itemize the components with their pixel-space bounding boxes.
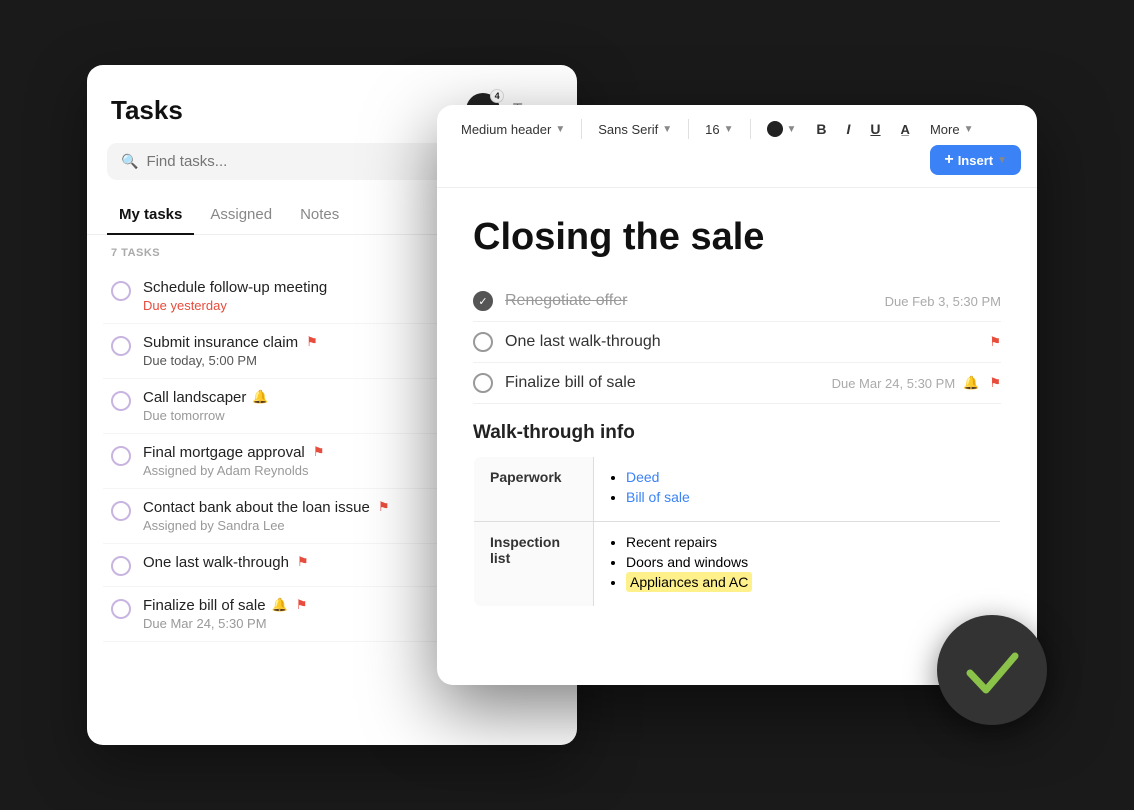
- flag-icon: ⚑: [378, 499, 390, 515]
- table-row-content: Recent repairs Doors and windows Applian…: [594, 522, 1001, 607]
- format-dropdown[interactable]: Medium header ▼: [453, 118, 573, 141]
- task-checkbox[interactable]: [111, 446, 131, 466]
- list-item: Doors and windows: [626, 554, 984, 570]
- bold-button[interactable]: B: [808, 117, 834, 141]
- checkmark-circle: [937, 615, 1047, 725]
- task-checkbox[interactable]: [111, 336, 131, 356]
- table-row-header: Paperwork: [474, 457, 594, 522]
- table-row: Inspectionlist Recent repairs Doors and …: [474, 522, 1001, 607]
- highlighted-text: Appliances and AC: [626, 572, 752, 592]
- doc-task-row[interactable]: One last walk-through ⚑: [473, 322, 1001, 363]
- list-item: Appliances and AC: [626, 574, 984, 590]
- list-item: Recent repairs: [626, 534, 984, 550]
- table-row: Paperwork Deed Bill of sale: [474, 457, 1001, 522]
- search-input-wrapper: 🔍: [107, 143, 453, 180]
- task-checkbox[interactable]: [111, 281, 131, 301]
- task-checkbox[interactable]: [111, 556, 131, 576]
- flag-icon: ⚑: [313, 444, 325, 460]
- task-checkbox[interactable]: [111, 599, 131, 619]
- font-dropdown[interactable]: Sans Serif ▼: [590, 118, 680, 141]
- tab-assigned[interactable]: Assigned: [198, 196, 284, 235]
- flag-icon: ⚑: [297, 554, 309, 570]
- chevron-down-icon: ▼: [787, 124, 797, 135]
- toolbar-divider: [688, 119, 689, 139]
- toolbar-divider: [581, 119, 582, 139]
- section-header: Walk-through info: [473, 422, 1001, 444]
- italic-button[interactable]: I: [839, 117, 859, 141]
- color-swatch: [767, 121, 783, 137]
- doc-task-checkbox[interactable]: [473, 291, 493, 311]
- toolbar-divider: [750, 119, 751, 139]
- doc-task-checkbox[interactable]: [473, 332, 493, 352]
- tasks-title: Tasks: [111, 95, 183, 126]
- doc-content: Closing the sale Renegotiate offer Due F…: [437, 188, 1037, 685]
- table-row-content: Deed Bill of sale: [594, 457, 1001, 522]
- flag-icon: ⚑: [989, 334, 1001, 350]
- bell-icon: 🔔: [272, 597, 288, 613]
- doc-task-name: One last walk-through: [505, 333, 661, 351]
- doc-task-name: Finalize bill of sale: [505, 374, 636, 392]
- flag-icon: ⚑: [306, 334, 318, 350]
- task-row-left: One last walk-through: [473, 332, 661, 352]
- doc-task-due: Due Feb 3, 5:30 PM: [885, 294, 1001, 309]
- flag-icon: ⚑: [989, 375, 1001, 391]
- doc-panel: Medium header ▼ Sans Serif ▼ 16 ▼ ▼ B I …: [437, 105, 1037, 685]
- doc-task-due: ⚑: [987, 334, 1001, 350]
- doc-toolbar: Medium header ▼ Sans Serif ▼ 16 ▼ ▼ B I …: [437, 105, 1037, 188]
- tab-notes[interactable]: Notes: [288, 196, 351, 235]
- search-input[interactable]: [146, 153, 438, 170]
- chevron-down-icon: ▼: [997, 155, 1007, 166]
- bell-icon: 🔔: [252, 389, 268, 405]
- flag-icon: ⚑: [296, 597, 308, 613]
- table-row-header: Inspectionlist: [474, 522, 594, 607]
- deed-link[interactable]: Deed: [626, 469, 659, 485]
- doc-task-row[interactable]: Renegotiate offer Due Feb 3, 5:30 PM: [473, 281, 1001, 322]
- tab-my-tasks[interactable]: My tasks: [107, 196, 194, 235]
- doc-task-checkbox[interactable]: [473, 373, 493, 393]
- font-size-button[interactable]: A̲: [893, 118, 918, 141]
- bell-icon: 🔔: [963, 375, 979, 391]
- task-row-left: Finalize bill of sale: [473, 373, 636, 393]
- color-dropdown[interactable]: ▼: [759, 117, 805, 141]
- doc-title: Closing the sale: [473, 216, 1001, 259]
- task-row-left: Renegotiate offer: [473, 291, 627, 311]
- chevron-down-icon: ▼: [964, 124, 974, 135]
- search-icon: 🔍: [121, 153, 138, 170]
- doc-task-name: Renegotiate offer: [505, 292, 627, 310]
- chevron-down-icon: ▼: [724, 124, 734, 135]
- size-dropdown[interactable]: 16 ▼: [697, 118, 741, 141]
- insert-button[interactable]: + Insert ▼: [930, 145, 1021, 175]
- info-table: Paperwork Deed Bill of sale Inspectionli…: [473, 456, 1001, 607]
- doc-task-due: Due Mar 24, 5:30 PM 🔔 ⚑: [832, 375, 1001, 391]
- task-checkbox[interactable]: [111, 501, 131, 521]
- doc-task-row[interactable]: Finalize bill of sale Due Mar 24, 5:30 P…: [473, 363, 1001, 404]
- checkmark-icon: [960, 638, 1025, 703]
- more-dropdown[interactable]: More ▼: [922, 118, 982, 141]
- task-badge: 4: [490, 89, 504, 103]
- chevron-down-icon: ▼: [662, 124, 672, 135]
- underline-button[interactable]: U: [862, 117, 888, 141]
- task-checkbox[interactable]: [111, 391, 131, 411]
- chevron-down-icon: ▼: [555, 124, 565, 135]
- bill-of-sale-link[interactable]: Bill of sale: [626, 489, 690, 505]
